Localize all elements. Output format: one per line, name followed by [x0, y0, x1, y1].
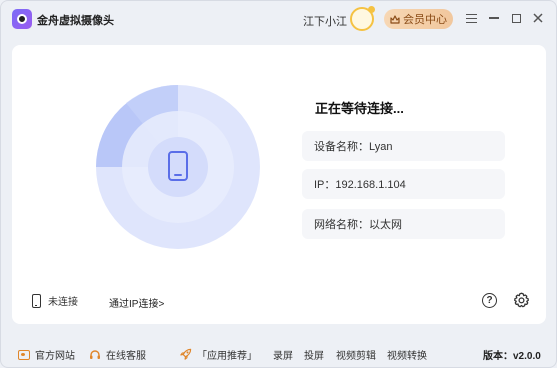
gear-icon[interactable] — [513, 292, 530, 309]
footer-bar: 官方网站 在线客服 「应用推荐」 录屏 投屏 视频剪辑 视频转换 版本：v2.0… — [1, 337, 556, 367]
headset-icon — [90, 349, 100, 359]
connect-via-ip-link[interactable]: 通过IP连接> — [109, 295, 164, 310]
ip-value: IP：192.168.1.104 — [314, 179, 406, 191]
crown-icon — [390, 14, 400, 24]
network-name-row: 网络名称：以太网 — [302, 209, 505, 239]
app-window: 金舟虚拟摄像头 江下小江 会员中心 正在等待连接... 设备名称：Lyan IP… — [0, 0, 557, 368]
ip-row: IP：192.168.1.104 — [302, 169, 505, 199]
connection-state-label: 未连接 — [48, 297, 78, 308]
avatar[interactable] — [350, 6, 375, 31]
vip-center-button[interactable]: 会员中心 — [384, 9, 453, 29]
title-bar: 金舟虚拟摄像头 江下小江 会员中心 — [1, 1, 556, 39]
rocket-icon — [180, 348, 192, 360]
help-circle-icon[interactable]: ? — [482, 293, 497, 308]
minimize-icon[interactable] — [486, 10, 502, 26]
video-convert-link[interactable]: 视频转换 — [387, 347, 427, 362]
official-site-link[interactable]: 官方网站 — [18, 347, 75, 362]
app-recommend-link[interactable]: 「应用推荐」 — [179, 347, 257, 362]
connection-state: 未连接 — [32, 293, 78, 308]
screen-record-link[interactable]: 录屏 — [273, 347, 293, 362]
main-panel: 正在等待连接... 设备名称：Lyan IP：192.168.1.104 网络名… — [12, 45, 546, 324]
app-title: 金舟虚拟摄像头 — [37, 15, 114, 27]
video-edit-link[interactable]: 视频剪辑 — [336, 347, 376, 362]
close-icon[interactable] — [530, 10, 546, 26]
app-recommend-label: 「应用推荐」 — [197, 351, 257, 362]
maximize-icon[interactable] — [508, 10, 524, 26]
vip-center-label: 会员中心 — [403, 14, 447, 26]
official-site-label: 官方网站 — [35, 351, 75, 362]
network-name-value: 网络名称：以太网 — [314, 219, 402, 231]
connection-status-title: 正在等待连接... — [315, 101, 404, 116]
version-label: 版本：v2.0.0 — [483, 351, 541, 362]
hamburger-menu-icon[interactable] — [463, 10, 479, 26]
radar-scan-graphic — [96, 85, 260, 249]
user-name[interactable]: 江下小江 — [303, 13, 347, 29]
website-icon — [18, 349, 30, 360]
device-name-row: 设备名称：Lyan — [302, 131, 505, 161]
phone-icon — [32, 293, 41, 308]
online-service-link[interactable]: 在线客服 — [89, 347, 146, 362]
device-name-value: 设备名称：Lyan — [314, 141, 393, 153]
online-service-label: 在线客服 — [106, 351, 146, 362]
screen-cast-link[interactable]: 投屏 — [304, 347, 324, 362]
camera-logo-icon — [12, 9, 32, 29]
